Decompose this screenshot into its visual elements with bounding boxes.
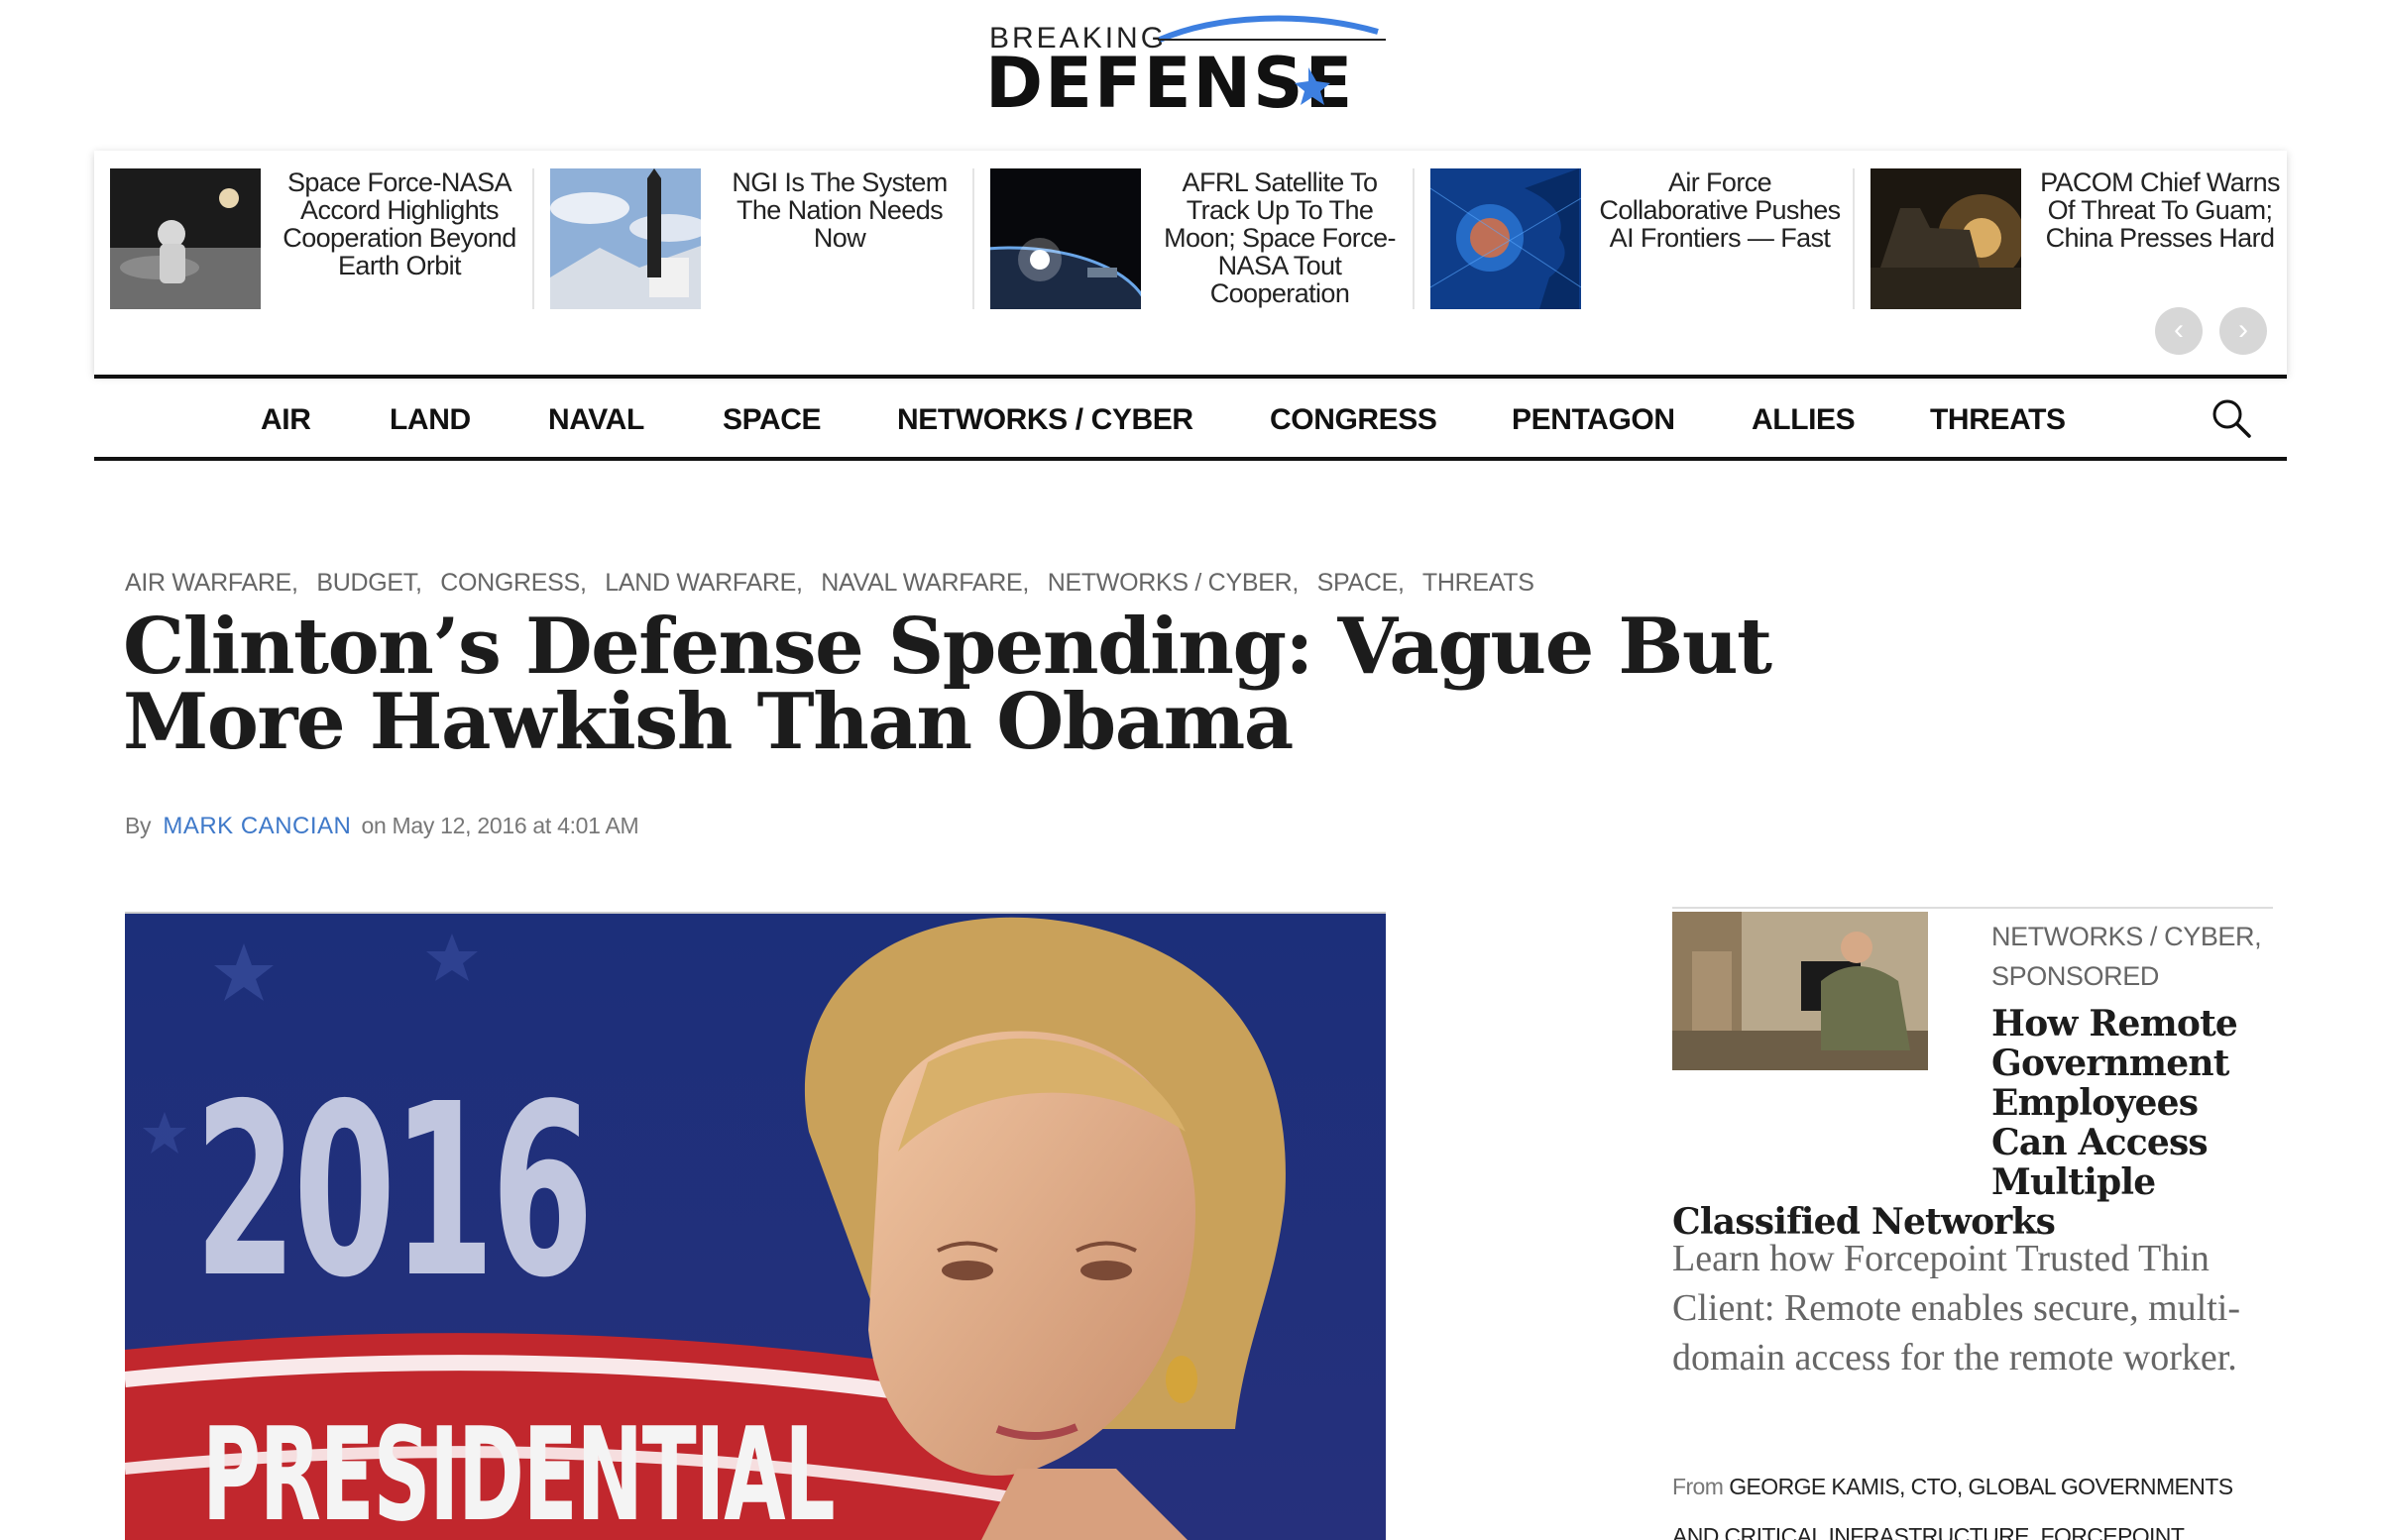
divider xyxy=(1672,907,2273,909)
story-carousel: Space Force-NASA Accord Highlights Coope… xyxy=(94,151,2287,375)
carousel-item-title[interactable]: NGI Is The System The Nation Needs Now xyxy=(711,168,968,252)
nav-item-space[interactable]: SPACE xyxy=(723,403,822,437)
carousel-next-button[interactable]: › xyxy=(2219,307,2267,355)
search-icon[interactable] xyxy=(2211,398,2251,438)
chevron-right-icon: › xyxy=(2238,313,2248,346)
carousel-item-title[interactable]: PACOM Chief Warns Of Threat To Guam; Chi… xyxy=(2031,168,2289,252)
nav-item-naval[interactable]: NAVAL xyxy=(548,403,644,437)
byline-date: on May 12, 2016 at 4:01 AM xyxy=(361,813,639,838)
hero-image: 2016 PRESIDENTIAL xyxy=(125,912,1386,1540)
site-logo[interactable]: BREAKING DEFENSE xyxy=(981,8,1398,119)
carousel-thumbnail[interactable] xyxy=(110,168,261,309)
sponsored-title[interactable]: How Remote Government Employees Can Acce… xyxy=(1672,1004,2273,1242)
article-categories: AIR WARFARE, BUDGET, CONGRESS, LAND WARF… xyxy=(125,569,1534,597)
carousel-thumbnail[interactable] xyxy=(1871,168,2021,309)
byline-by: By xyxy=(125,813,152,838)
sponsored-from: From GEORGE KAMIS, CTO, GLOBAL GOVERNMENT… xyxy=(1672,1462,2273,1540)
chevron-left-icon: ‹ xyxy=(2174,313,2184,346)
from-text: GEORGE KAMIS, CTO, GLOBAL GOVERNMENTS AN… xyxy=(1672,1474,2233,1540)
carousel-prev-button[interactable]: ‹ xyxy=(2155,307,2203,355)
carousel-item-title[interactable]: Air Force Collaborative Pushes AI Fronti… xyxy=(1591,168,1849,252)
category-link[interactable]: BUDGET xyxy=(316,569,415,597)
nav-item-land[interactable]: LAND xyxy=(390,403,471,437)
carousel-item[interactable]: AFRL Satellite To Track Up To The Moon; … xyxy=(974,168,1413,309)
carousel-item-title[interactable]: Space Force-NASA Accord Highlights Coope… xyxy=(271,168,528,279)
from-label: From xyxy=(1672,1474,1724,1499)
carousel-item[interactable]: PACOM Chief Warns Of Threat To Guam; Chi… xyxy=(1855,168,2293,309)
author-link[interactable]: MARK CANCIAN xyxy=(163,813,351,839)
nav-item-pentagon[interactable]: PENTAGON xyxy=(1512,403,1675,437)
category-link[interactable]: AIR WARFARE xyxy=(125,569,291,597)
category-link[interactable]: NETWORKS / CYBER xyxy=(1048,569,1293,597)
nav-item-allies[interactable]: ALLIES xyxy=(1752,403,1856,437)
category-link[interactable]: CONGRESS xyxy=(440,569,580,597)
article-byline: By MARK CANCIAN on May 12, 2016 at 4:01 … xyxy=(125,813,639,840)
carousel-thumbnail[interactable] xyxy=(550,168,701,309)
carousel-item[interactable]: Space Force-NASA Accord Highlights Coope… xyxy=(94,168,532,309)
category-link[interactable]: NAVAL WARFARE xyxy=(821,569,1022,597)
nav-item-threats[interactable]: THREATS xyxy=(1930,403,2066,437)
carousel-item-title[interactable]: AFRL Satellite To Track Up To The Moon; … xyxy=(1151,168,1409,307)
carousel-item[interactable]: Air Force Collaborative Pushes AI Fronti… xyxy=(1415,168,1853,309)
sponsored-categories[interactable]: NETWORKS / CYBER, SPONSORED xyxy=(1991,917,2279,996)
logo-line2: DEFENSE xyxy=(985,43,1354,119)
carousel-thumbnail[interactable] xyxy=(990,168,1141,309)
main-nav: AIR LAND NAVAL SPACE NETWORKS / CYBER CO… xyxy=(94,375,2287,461)
nav-item-networks-cyber[interactable]: NETWORKS / CYBER xyxy=(897,403,1193,437)
sponsored-description: Learn how Forcepoint Trusted Thin Client… xyxy=(1672,1238,2241,1378)
hero-caption-text: PRESIDENTIAL xyxy=(202,1399,836,1540)
category-link[interactable]: SPACE xyxy=(1317,569,1399,597)
carousel-thumbnail[interactable] xyxy=(1430,168,1581,309)
carousel-item[interactable]: NGI Is The System The Nation Needs Now xyxy=(534,168,972,309)
article-title: Clinton’s Defense Spending: Vague But Mo… xyxy=(123,602,1772,767)
hero-year-text: 2016 xyxy=(194,1052,594,1330)
nav-item-air[interactable]: AIR xyxy=(261,403,311,437)
category-link[interactable]: LAND WARFARE xyxy=(605,569,796,597)
category-link[interactable]: THREATS xyxy=(1422,569,1534,597)
nav-item-congress[interactable]: CONGRESS xyxy=(1270,403,1437,437)
